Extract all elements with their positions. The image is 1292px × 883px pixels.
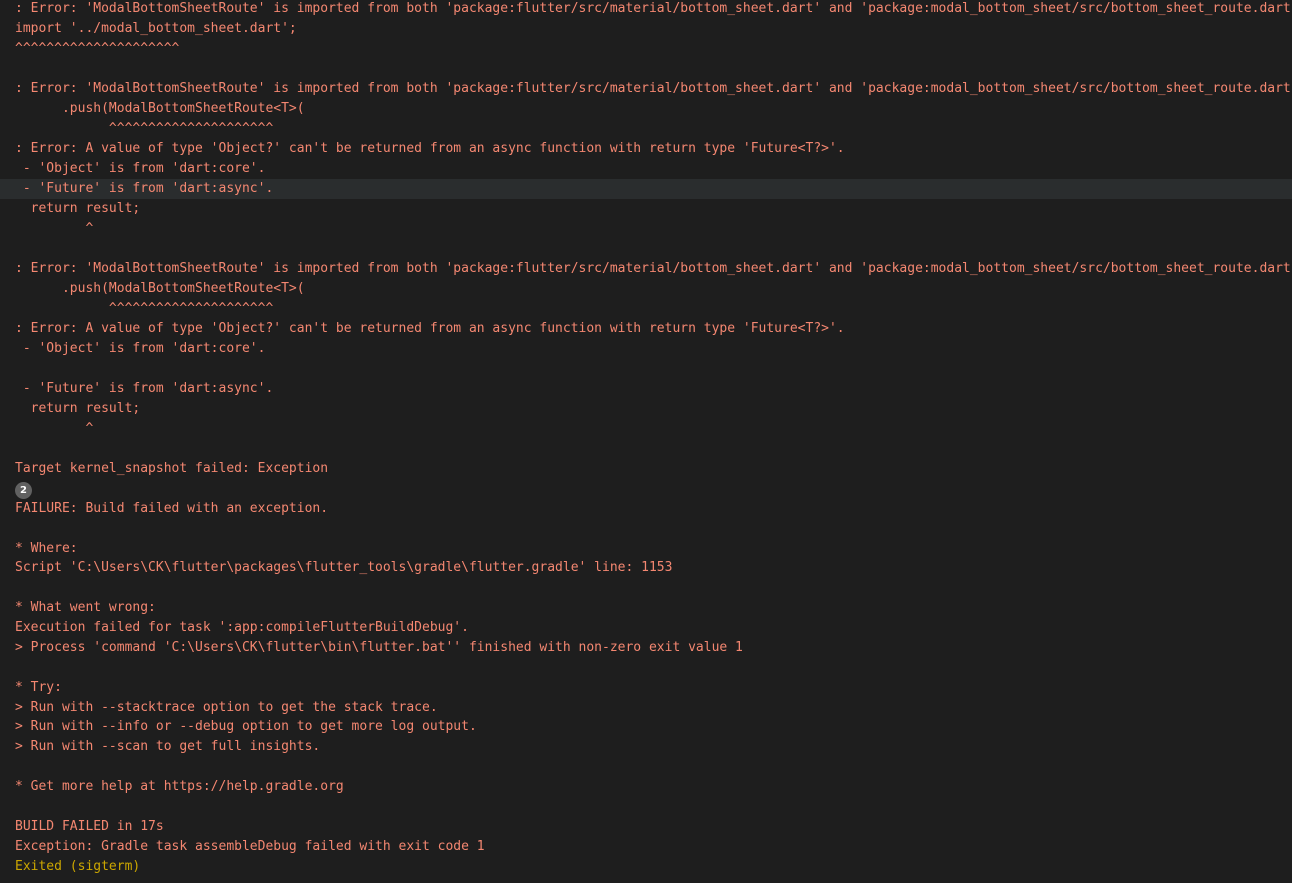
build-failed-line: BUILD FAILED in 17s — [15, 819, 164, 834]
detail-line: - 'Object' is from 'dart:core'. — [15, 341, 266, 356]
code-line: .push(ModalBottomSheetRoute<T>( — [15, 101, 305, 116]
caret-marker: ^^^^^^^^^^^^^^^^^^^^^ — [15, 41, 180, 56]
try-suggestion: > Run with --stacktrace option to get th… — [15, 700, 438, 715]
caret-marker: ^^^^^^^^^^^^^^^^^^^^^ — [15, 301, 274, 316]
what-went-wrong-heading: * What went wrong: — [15, 600, 156, 615]
error-line: : Error: 'ModalBottomSheetRoute' is impo… — [15, 81, 1292, 96]
debug-console-output: : Error: 'ModalBottomSheetRoute' is impo… — [0, 0, 1292, 883]
execution-failed-line: Execution failed for task ':app:compileF… — [15, 620, 469, 635]
try-heading: * Try: — [15, 680, 62, 695]
exited-status: Exited (sigterm) — [15, 859, 141, 874]
caret-marker: ^ — [15, 421, 94, 436]
detail-line: - 'Future' is from 'dart:async'. — [15, 381, 274, 396]
error-line: : Error: 'ModalBottomSheetRoute' is impo… — [15, 261, 1292, 276]
caret-marker: ^ — [15, 221, 94, 236]
detail-line: - 'Object' is from 'dart:core'. — [15, 161, 266, 176]
code-line: import '../modal_bottom_sheet.dart'; — [15, 21, 297, 36]
repeat-count-badge: 2 — [15, 482, 32, 499]
error-line: : Error: A value of type 'Object?' can't… — [15, 141, 845, 156]
try-suggestion: > Run with --scan to get full insights. — [15, 739, 321, 754]
caret-marker: ^^^^^^^^^^^^^^^^^^^^^ — [15, 121, 274, 136]
code-line: return result; — [15, 401, 141, 416]
help-link-line[interactable]: * Get more help at https://help.gradle.o… — [15, 777, 344, 797]
process-line[interactable]: > Process 'command 'C:\Users\CK\flutter\… — [15, 638, 743, 658]
code-line: .push(ModalBottomSheetRoute<T>( — [15, 281, 305, 296]
try-suggestion: > Run with --info or --debug option to g… — [15, 719, 477, 734]
exception-line: Exception: Gradle task assembleDebug fai… — [15, 839, 485, 854]
failure-line: FAILURE: Build failed with an exception. — [15, 501, 329, 516]
script-path-link[interactable]: Script 'C:\Users\CK\flutter\packages\flu… — [15, 558, 672, 578]
where-heading: * Where: — [15, 541, 78, 556]
target-failed-line: Target kernel_snapshot failed: Exception — [15, 461, 329, 476]
code-line: return result; — [15, 201, 141, 216]
error-line: : Error: 'ModalBottomSheetRoute' is impo… — [15, 1, 1292, 16]
detail-line-hovered[interactable]: - 'Future' is from 'dart:async'. — [0, 179, 1292, 199]
error-line: : Error: A value of type 'Object?' can't… — [15, 321, 845, 336]
